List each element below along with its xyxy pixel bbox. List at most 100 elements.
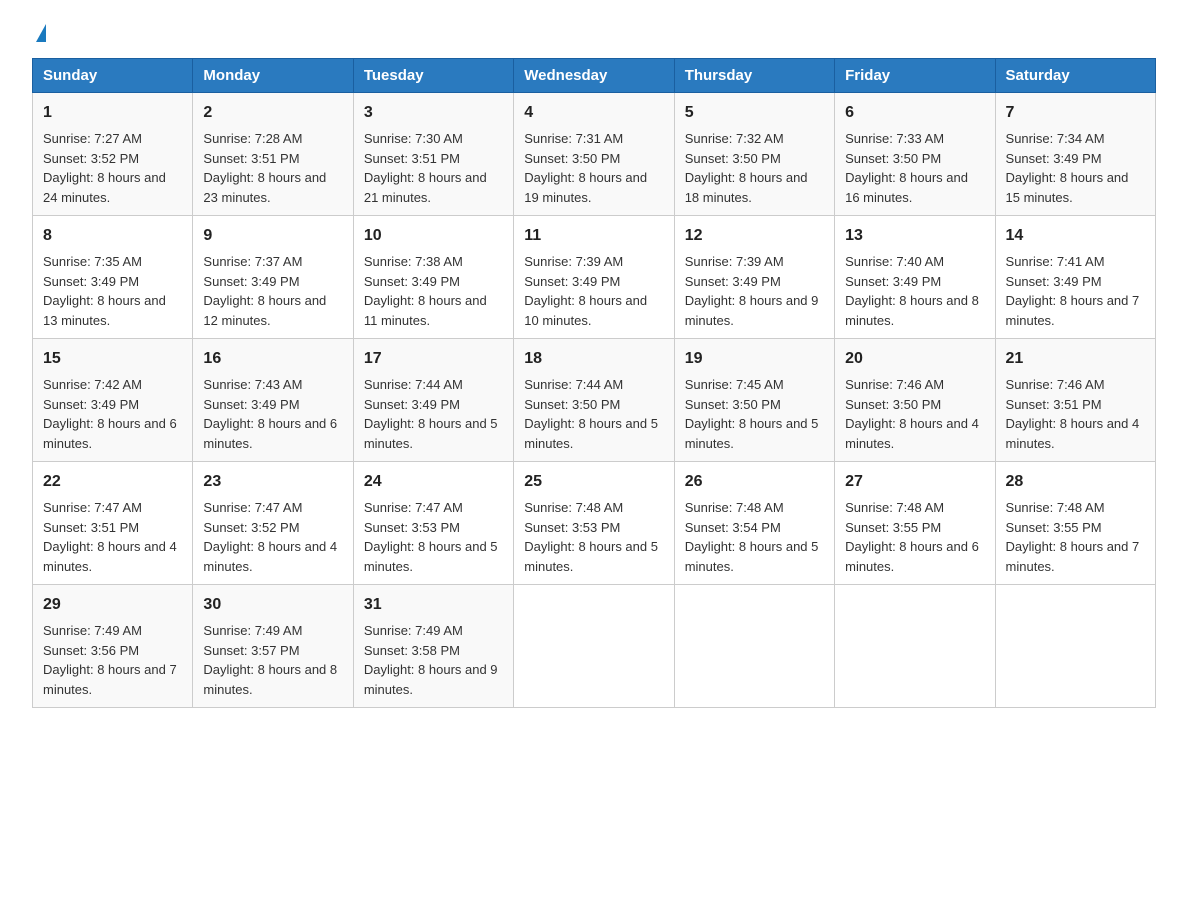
day-number: 22 bbox=[43, 470, 182, 494]
day-number: 13 bbox=[845, 224, 984, 248]
day-number: 11 bbox=[524, 224, 663, 248]
calendar-day-cell: 20 Sunrise: 7:46 AMSunset: 3:50 PMDaylig… bbox=[835, 339, 995, 462]
calendar-day-cell: 11 Sunrise: 7:39 AMSunset: 3:49 PMDaylig… bbox=[514, 216, 674, 339]
calendar-day-cell: 29 Sunrise: 7:49 AMSunset: 3:56 PMDaylig… bbox=[33, 585, 193, 708]
day-info: Sunrise: 7:27 AMSunset: 3:52 PMDaylight:… bbox=[43, 131, 166, 205]
calendar-day-cell bbox=[995, 585, 1155, 708]
day-number: 23 bbox=[203, 470, 342, 494]
calendar-day-cell: 6 Sunrise: 7:33 AMSunset: 3:50 PMDayligh… bbox=[835, 93, 995, 216]
day-info: Sunrise: 7:39 AMSunset: 3:49 PMDaylight:… bbox=[524, 254, 647, 328]
day-info: Sunrise: 7:43 AMSunset: 3:49 PMDaylight:… bbox=[203, 377, 337, 451]
calendar-day-cell: 21 Sunrise: 7:46 AMSunset: 3:51 PMDaylig… bbox=[995, 339, 1155, 462]
logo-triangle-icon bbox=[36, 24, 46, 42]
day-info: Sunrise: 7:46 AMSunset: 3:50 PMDaylight:… bbox=[845, 377, 979, 451]
day-number: 2 bbox=[203, 101, 342, 125]
weekday-header-thursday: Thursday bbox=[674, 59, 834, 93]
day-number: 1 bbox=[43, 101, 182, 125]
calendar-day-cell: 13 Sunrise: 7:40 AMSunset: 3:49 PMDaylig… bbox=[835, 216, 995, 339]
day-number: 18 bbox=[524, 347, 663, 371]
day-number: 31 bbox=[364, 593, 503, 617]
day-info: Sunrise: 7:38 AMSunset: 3:49 PMDaylight:… bbox=[364, 254, 487, 328]
day-number: 10 bbox=[364, 224, 503, 248]
day-info: Sunrise: 7:48 AMSunset: 3:55 PMDaylight:… bbox=[845, 500, 979, 574]
logo bbox=[32, 24, 46, 42]
day-number: 21 bbox=[1006, 347, 1145, 371]
day-info: Sunrise: 7:37 AMSunset: 3:49 PMDaylight:… bbox=[203, 254, 326, 328]
calendar-week-row: 8 Sunrise: 7:35 AMSunset: 3:49 PMDayligh… bbox=[33, 216, 1156, 339]
weekday-header-wednesday: Wednesday bbox=[514, 59, 674, 93]
day-number: 3 bbox=[364, 101, 503, 125]
day-number: 8 bbox=[43, 224, 182, 248]
calendar-day-cell bbox=[674, 585, 834, 708]
calendar-day-cell: 15 Sunrise: 7:42 AMSunset: 3:49 PMDaylig… bbox=[33, 339, 193, 462]
day-number: 20 bbox=[845, 347, 984, 371]
calendar-header-row: SundayMondayTuesdayWednesdayThursdayFrid… bbox=[33, 59, 1156, 93]
day-number: 5 bbox=[685, 101, 824, 125]
calendar-day-cell: 14 Sunrise: 7:41 AMSunset: 3:49 PMDaylig… bbox=[995, 216, 1155, 339]
calendar-day-cell: 8 Sunrise: 7:35 AMSunset: 3:49 PMDayligh… bbox=[33, 216, 193, 339]
day-number: 15 bbox=[43, 347, 182, 371]
calendar-day-cell: 4 Sunrise: 7:31 AMSunset: 3:50 PMDayligh… bbox=[514, 93, 674, 216]
calendar-day-cell: 5 Sunrise: 7:32 AMSunset: 3:50 PMDayligh… bbox=[674, 93, 834, 216]
day-number: 30 bbox=[203, 593, 342, 617]
calendar-day-cell: 12 Sunrise: 7:39 AMSunset: 3:49 PMDaylig… bbox=[674, 216, 834, 339]
day-info: Sunrise: 7:39 AMSunset: 3:49 PMDaylight:… bbox=[685, 254, 819, 328]
calendar-day-cell: 16 Sunrise: 7:43 AMSunset: 3:49 PMDaylig… bbox=[193, 339, 353, 462]
weekday-header-sunday: Sunday bbox=[33, 59, 193, 93]
calendar-day-cell: 30 Sunrise: 7:49 AMSunset: 3:57 PMDaylig… bbox=[193, 585, 353, 708]
calendar-day-cell: 10 Sunrise: 7:38 AMSunset: 3:49 PMDaylig… bbox=[353, 216, 513, 339]
day-info: Sunrise: 7:49 AMSunset: 3:56 PMDaylight:… bbox=[43, 623, 177, 697]
day-info: Sunrise: 7:41 AMSunset: 3:49 PMDaylight:… bbox=[1006, 254, 1140, 328]
day-info: Sunrise: 7:48 AMSunset: 3:54 PMDaylight:… bbox=[685, 500, 819, 574]
day-info: Sunrise: 7:48 AMSunset: 3:53 PMDaylight:… bbox=[524, 500, 658, 574]
day-number: 17 bbox=[364, 347, 503, 371]
weekday-header-tuesday: Tuesday bbox=[353, 59, 513, 93]
day-number: 12 bbox=[685, 224, 824, 248]
calendar-day-cell: 22 Sunrise: 7:47 AMSunset: 3:51 PMDaylig… bbox=[33, 462, 193, 585]
day-number: 4 bbox=[524, 101, 663, 125]
day-info: Sunrise: 7:46 AMSunset: 3:51 PMDaylight:… bbox=[1006, 377, 1140, 451]
day-number: 16 bbox=[203, 347, 342, 371]
day-number: 14 bbox=[1006, 224, 1145, 248]
day-info: Sunrise: 7:31 AMSunset: 3:50 PMDaylight:… bbox=[524, 131, 647, 205]
day-info: Sunrise: 7:32 AMSunset: 3:50 PMDaylight:… bbox=[685, 131, 808, 205]
day-number: 27 bbox=[845, 470, 984, 494]
day-info: Sunrise: 7:34 AMSunset: 3:49 PMDaylight:… bbox=[1006, 131, 1129, 205]
day-number: 26 bbox=[685, 470, 824, 494]
weekday-header-monday: Monday bbox=[193, 59, 353, 93]
day-info: Sunrise: 7:49 AMSunset: 3:58 PMDaylight:… bbox=[364, 623, 498, 697]
day-info: Sunrise: 7:44 AMSunset: 3:50 PMDaylight:… bbox=[524, 377, 658, 451]
calendar-week-row: 1 Sunrise: 7:27 AMSunset: 3:52 PMDayligh… bbox=[33, 93, 1156, 216]
day-info: Sunrise: 7:42 AMSunset: 3:49 PMDaylight:… bbox=[43, 377, 177, 451]
day-info: Sunrise: 7:40 AMSunset: 3:49 PMDaylight:… bbox=[845, 254, 979, 328]
calendar-day-cell: 26 Sunrise: 7:48 AMSunset: 3:54 PMDaylig… bbox=[674, 462, 834, 585]
day-info: Sunrise: 7:47 AMSunset: 3:52 PMDaylight:… bbox=[203, 500, 337, 574]
day-number: 24 bbox=[364, 470, 503, 494]
weekday-header-friday: Friday bbox=[835, 59, 995, 93]
calendar-week-row: 15 Sunrise: 7:42 AMSunset: 3:49 PMDaylig… bbox=[33, 339, 1156, 462]
day-info: Sunrise: 7:30 AMSunset: 3:51 PMDaylight:… bbox=[364, 131, 487, 205]
day-number: 28 bbox=[1006, 470, 1145, 494]
calendar-day-cell: 27 Sunrise: 7:48 AMSunset: 3:55 PMDaylig… bbox=[835, 462, 995, 585]
day-number: 19 bbox=[685, 347, 824, 371]
calendar-day-cell: 9 Sunrise: 7:37 AMSunset: 3:49 PMDayligh… bbox=[193, 216, 353, 339]
day-info: Sunrise: 7:49 AMSunset: 3:57 PMDaylight:… bbox=[203, 623, 337, 697]
day-number: 29 bbox=[43, 593, 182, 617]
calendar-week-row: 22 Sunrise: 7:47 AMSunset: 3:51 PMDaylig… bbox=[33, 462, 1156, 585]
calendar-day-cell: 28 Sunrise: 7:48 AMSunset: 3:55 PMDaylig… bbox=[995, 462, 1155, 585]
calendar-day-cell: 17 Sunrise: 7:44 AMSunset: 3:49 PMDaylig… bbox=[353, 339, 513, 462]
calendar-day-cell: 7 Sunrise: 7:34 AMSunset: 3:49 PMDayligh… bbox=[995, 93, 1155, 216]
calendar-day-cell: 25 Sunrise: 7:48 AMSunset: 3:53 PMDaylig… bbox=[514, 462, 674, 585]
calendar-day-cell bbox=[514, 585, 674, 708]
calendar-table: SundayMondayTuesdayWednesdayThursdayFrid… bbox=[32, 58, 1156, 708]
day-info: Sunrise: 7:35 AMSunset: 3:49 PMDaylight:… bbox=[43, 254, 166, 328]
calendar-day-cell: 18 Sunrise: 7:44 AMSunset: 3:50 PMDaylig… bbox=[514, 339, 674, 462]
day-info: Sunrise: 7:44 AMSunset: 3:49 PMDaylight:… bbox=[364, 377, 498, 451]
day-number: 7 bbox=[1006, 101, 1145, 125]
page-header bbox=[32, 24, 1156, 42]
calendar-day-cell: 2 Sunrise: 7:28 AMSunset: 3:51 PMDayligh… bbox=[193, 93, 353, 216]
day-info: Sunrise: 7:33 AMSunset: 3:50 PMDaylight:… bbox=[845, 131, 968, 205]
day-info: Sunrise: 7:47 AMSunset: 3:51 PMDaylight:… bbox=[43, 500, 177, 574]
day-number: 25 bbox=[524, 470, 663, 494]
day-info: Sunrise: 7:45 AMSunset: 3:50 PMDaylight:… bbox=[685, 377, 819, 451]
